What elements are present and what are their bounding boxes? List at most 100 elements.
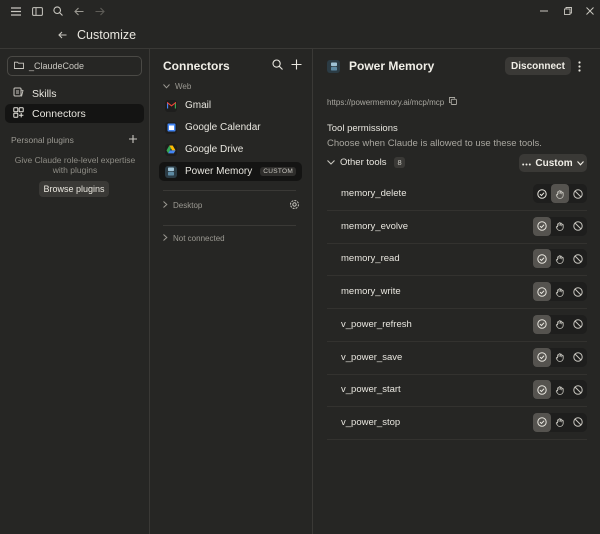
- tool-name: v_power_save: [341, 351, 403, 363]
- permission-toggle: [533, 380, 587, 400]
- forward-arrow-icon[interactable]: [92, 3, 108, 19]
- folder-icon: [14, 61, 24, 71]
- tool-count-badge: 8: [394, 157, 405, 168]
- connector-detail-panel: Power Memory Disconnect https://powermem…: [313, 49, 600, 534]
- ellipsis-icon: [522, 158, 532, 169]
- power-memory-icon: [327, 59, 340, 73]
- always-allow-icon[interactable]: [533, 216, 551, 236]
- minimize-window-icon[interactable]: [536, 3, 552, 19]
- tool-row: v_power_refresh: [327, 309, 587, 342]
- needs-approval-icon[interactable]: [551, 249, 569, 268]
- blocked-icon[interactable]: [569, 413, 587, 432]
- search-icon[interactable]: [50, 3, 66, 19]
- needs-approval-icon[interactable]: [551, 184, 569, 203]
- customize-sidebar: _ClaudeCode Skills Connectors Personal p…: [0, 49, 150, 534]
- always-allow-icon[interactable]: [533, 347, 551, 367]
- needs-approval-icon[interactable]: [551, 282, 569, 301]
- connectors-title: Connectors: [163, 59, 230, 73]
- google-drive-icon: [165, 143, 177, 156]
- sidebar-item-connectors[interactable]: Connectors: [5, 104, 144, 123]
- personal-plugins-header: Personal plugins: [11, 135, 137, 145]
- custom-badge: CUSTOM: [260, 167, 297, 176]
- tool-permissions-title: Tool permissions: [327, 123, 398, 134]
- more-options-icon[interactable]: [571, 57, 587, 75]
- customize-title: Customize: [77, 28, 137, 42]
- tool-name: memory_delete: [341, 188, 407, 199]
- customize-header[interactable]: Customize: [58, 26, 136, 44]
- connector-detail-header: Power Memory: [327, 59, 434, 73]
- chevron-down-icon: [327, 157, 335, 168]
- needs-approval-icon[interactable]: [551, 380, 569, 399]
- hamburger-menu-icon[interactable]: [8, 3, 24, 19]
- connector-item-power-memory[interactable]: Power Memory CUSTOM: [159, 162, 302, 181]
- always-allow-icon[interactable]: [533, 380, 551, 400]
- blocked-icon[interactable]: [569, 348, 587, 367]
- browse-plugins-button[interactable]: Browse plugins: [39, 181, 109, 197]
- close-window-icon[interactable]: [582, 3, 598, 19]
- connector-detail-title: Power Memory: [349, 59, 435, 73]
- sidebar-item-label: Connectors: [32, 107, 86, 120]
- needs-approval-icon[interactable]: [551, 315, 569, 334]
- not-connected-group-header[interactable]: Not connected: [163, 234, 225, 243]
- back-arrow-icon[interactable]: [71, 3, 87, 19]
- blocked-icon[interactable]: [569, 282, 587, 301]
- tool-name: memory_evolve: [341, 220, 409, 232]
- desktop-settings-gear-icon[interactable]: [289, 199, 300, 213]
- blocked-icon[interactable]: [569, 380, 587, 399]
- web-group-header[interactable]: Web: [163, 82, 191, 91]
- always-allow-icon[interactable]: [533, 184, 551, 203]
- permission-mode-dropdown[interactable]: Custom: [519, 154, 587, 172]
- always-allow-icon[interactable]: [533, 282, 551, 302]
- permission-mode-label: Custom: [535, 157, 573, 169]
- always-allow-icon[interactable]: [533, 412, 551, 432]
- connector-item-google-calendar[interactable]: Google Calendar: [159, 118, 302, 137]
- chevron-right-icon: [163, 234, 168, 243]
- sidebar-toggle-icon[interactable]: [29, 3, 45, 19]
- personal-plugins-label: Personal plugins: [11, 135, 74, 145]
- sidebar-item-label: Skills: [32, 87, 57, 100]
- tool-permissions-description: Choose when Claude is allowed to use the…: [327, 138, 542, 149]
- permission-toggle: [533, 282, 587, 302]
- connector-label: Google Drive: [185, 144, 244, 155]
- permission-toggle: [533, 216, 587, 236]
- connector-item-google-drive[interactable]: Google Drive: [159, 140, 302, 159]
- title-bar: [0, 0, 600, 22]
- always-allow-icon[interactable]: [533, 314, 551, 334]
- blocked-icon[interactable]: [569, 249, 587, 268]
- permission-toggle: [533, 347, 587, 367]
- gmail-icon: [165, 99, 177, 112]
- sidebar-item-skills[interactable]: Skills: [5, 84, 144, 103]
- blocked-icon[interactable]: [569, 217, 587, 236]
- tool-row: v_power_stop: [327, 407, 587, 440]
- always-allow-icon[interactable]: [533, 249, 551, 269]
- tool-name: v_power_refresh: [341, 318, 412, 330]
- divider: [163, 225, 296, 226]
- needs-approval-icon[interactable]: [551, 348, 569, 367]
- tool-row: memory_delete: [327, 178, 587, 211]
- desktop-group-header[interactable]: Desktop: [163, 201, 202, 210]
- copy-icon[interactable]: [449, 97, 458, 107]
- blocked-icon[interactable]: [569, 315, 587, 334]
- connector-label: Power Memory: [185, 166, 253, 177]
- chevron-down-icon: [576, 158, 584, 169]
- google-calendar-icon: [165, 121, 177, 134]
- search-icon[interactable]: [272, 59, 283, 73]
- add-connector-icon[interactable]: [291, 59, 302, 73]
- project-selector[interactable]: _ClaudeCode: [7, 56, 142, 76]
- other-tools-toggle[interactable]: Other tools 8: [327, 157, 405, 168]
- connectors-list-panel: Connectors Web Gmail Google Calendar Goo…: [150, 49, 313, 534]
- connector-item-gmail[interactable]: Gmail: [159, 96, 302, 115]
- needs-approval-icon[interactable]: [551, 217, 569, 236]
- add-plugin-icon[interactable]: [129, 135, 137, 145]
- power-memory-icon: [165, 165, 177, 178]
- blocked-icon[interactable]: [569, 184, 587, 203]
- tool-row: v_power_start: [327, 374, 587, 408]
- group-label: Desktop: [173, 201, 203, 210]
- restore-window-icon[interactable]: [560, 3, 576, 19]
- divider: [163, 190, 296, 191]
- back-arrow-icon[interactable]: [58, 28, 67, 42]
- needs-approval-icon[interactable]: [551, 413, 569, 432]
- disconnect-button[interactable]: Disconnect: [505, 57, 571, 75]
- tool-row: memory_read: [327, 243, 587, 277]
- permission-toggle: [533, 249, 587, 269]
